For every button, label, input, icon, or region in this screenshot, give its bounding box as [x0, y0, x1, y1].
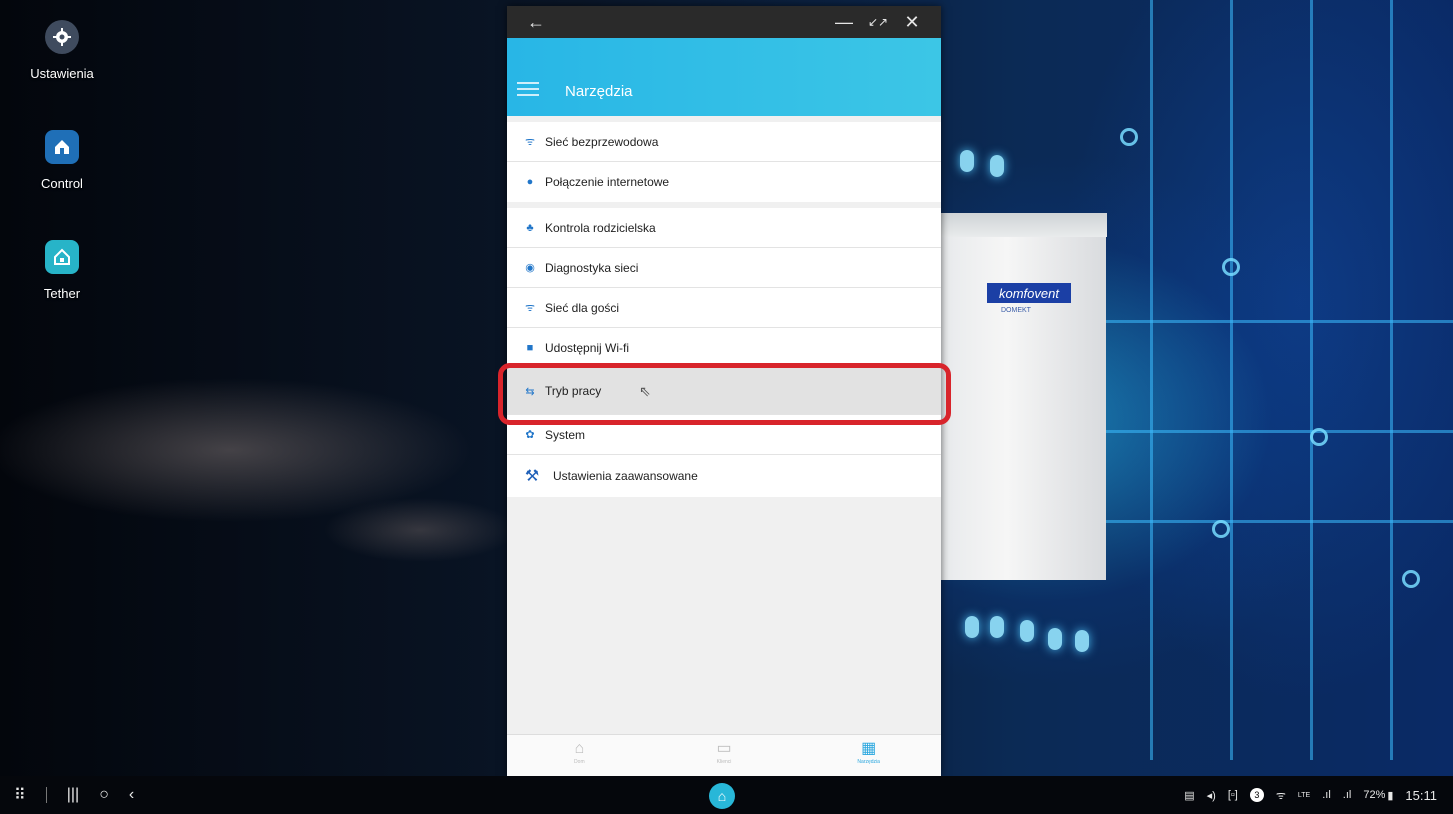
menu-item-share-wifi[interactable]: ■ Udostępnij Wi-fi — [507, 328, 941, 368]
desktop-icon-label: Ustawienia — [30, 66, 94, 81]
menu-item-label: Ustawienia zaawansowane — [553, 469, 698, 483]
menu-item-label: Udostępnij Wi-fi — [545, 340, 630, 355]
desktop-background: komfovent DOMEKT Ustawienia Control Teth… — [0, 0, 1453, 814]
back-arrow-icon[interactable]: ← — [519, 12, 553, 33]
nav-tools[interactable]: ▦ Narzędzia — [796, 735, 941, 776]
circuit-trace — [1100, 320, 1453, 323]
restore-button[interactable]: ↙↗ — [861, 15, 895, 29]
circuit-node — [1120, 128, 1138, 146]
hand-image — [0, 360, 520, 660]
globe-search-icon: ◉ — [525, 262, 535, 274]
circuit-node — [1222, 258, 1240, 276]
menu-item-label: Kontrola rodzicielska — [545, 220, 656, 235]
circuit-dot — [1075, 630, 1089, 652]
apps-grid-icon[interactable]: ⠿ — [14, 785, 26, 805]
devices-icon: ▭ — [716, 740, 732, 757]
back-chevron-icon[interactable]: ‹ — [129, 786, 134, 804]
circuit-node — [1212, 520, 1230, 538]
highlight-annotation — [498, 363, 951, 425]
circuit-dot — [1020, 620, 1034, 642]
circuit-trace — [1100, 520, 1453, 523]
ventilation-unit-image: komfovent DOMEKT — [940, 213, 1107, 580]
menu-item-guest-network[interactable]: ᯤ Sieć dla gości — [507, 288, 941, 328]
menu-item-label: System — [545, 427, 586, 442]
nav-label: Klienci — [716, 759, 732, 765]
house-router-icon — [45, 240, 79, 274]
menu-item-wireless[interactable]: ᯤ Sieć bezprzewodowa — [507, 122, 941, 162]
bottom-navigation: ⌂ Dom ▭ Klienci ▦ Narzędzia — [507, 734, 941, 776]
circuit-dot — [990, 616, 1004, 638]
window-titlebar: ← — ↙↗ ✕ — [507, 6, 941, 38]
wifi-status-icon: ᯤ — [1275, 789, 1286, 802]
page-title: Narzędzia — [565, 83, 633, 100]
recents-icon[interactable]: ||| — [67, 786, 79, 804]
circuit-dot — [990, 155, 1004, 177]
circuit-trace — [1390, 0, 1393, 760]
notification-count-badge[interactable]: 3 — [1249, 788, 1264, 802]
menu-group-network: ᯤ Sieć bezprzewodowa ● Połączenie intern… — [507, 122, 941, 202]
desktop-icon-label: Control — [41, 176, 83, 191]
home-circle-icon[interactable]: ○ — [99, 786, 109, 804]
battery-icon: ▮ — [1387, 789, 1394, 802]
gear-icon — [45, 20, 79, 54]
menu-item-advanced-settings[interactable]: ⚒ Ustawienia zaawansowane — [507, 455, 941, 497]
circuit-node — [1402, 570, 1420, 588]
menu-item-internet[interactable]: ● Połączenie internetowe — [507, 162, 941, 202]
house-icon — [45, 130, 79, 164]
screenshot-icon[interactable]: [▫] — [1228, 789, 1238, 801]
menu-item-network-diagnostics[interactable]: ◉ Diagnostyka sieci — [507, 248, 941, 288]
close-button[interactable]: ✕ — [895, 12, 929, 33]
taskbar-divider — [45, 787, 47, 803]
home-icon: ⌂ — [574, 740, 585, 757]
nav-home[interactable]: ⌂ Dom — [507, 735, 652, 776]
menu-item-label: Diagnostyka sieci — [545, 260, 639, 275]
nav-label: Dom — [574, 759, 585, 765]
circuit-dot — [965, 616, 979, 638]
app-header: Narzędzia — [507, 38, 941, 116]
circuit-node — [1310, 428, 1328, 446]
tools-icon: ⚒ — [524, 468, 540, 485]
unit-top — [941, 213, 1107, 237]
signal-icon: .ıl — [1322, 789, 1331, 801]
circuit-dot — [960, 150, 974, 172]
menu-item-label: Sieć bezprzewodowa — [545, 134, 659, 149]
circuit-trace — [1100, 430, 1453, 433]
signal-icon: .ıl — [1342, 789, 1352, 801]
battery-percent: 72% — [1363, 789, 1386, 801]
clock: 15:11 — [1405, 787, 1437, 803]
desktop-icon-control[interactable]: Control — [7, 130, 117, 191]
menu-item-parental-control[interactable]: ♣ Kontrola rodzicielska — [507, 208, 941, 248]
circuit-trace — [1310, 0, 1313, 760]
nav-label: Narzędzia — [857, 759, 880, 765]
menu-group-tools: ♣ Kontrola rodzicielska ◉ Diagnostyka si… — [507, 208, 941, 497]
hamburger-menu-icon[interactable] — [517, 78, 539, 100]
tether-app-taskbar-icon[interactable]: ⌂ — [709, 783, 735, 809]
keyboard-icon[interactable]: ▤ — [1184, 789, 1194, 802]
guest-wifi-icon: ᯤ — [524, 302, 536, 314]
menu-item-label: Sieć dla gości — [545, 300, 620, 315]
system-tray: ▤ ◂) [▫] 3 ᯤ LTE .ıl .ıl 72% ▮ 15:11 — [1172, 776, 1437, 814]
nav-clients[interactable]: ▭ Klienci — [652, 735, 797, 776]
unit-brand-logo: komfovent — [987, 283, 1071, 303]
unit-model-label: DOMEKT — [1001, 307, 1031, 314]
lte-icon: LTE — [1297, 791, 1311, 799]
desktop-icon-tether[interactable]: Tether — [7, 240, 117, 301]
volume-icon[interactable]: ◂) — [1207, 789, 1216, 802]
share-wifi-icon: ■ — [526, 341, 534, 354]
gear-icon: ✿ — [525, 429, 535, 441]
tools-grid-icon: ▦ — [861, 740, 877, 757]
menu-item-label: Połączenie internetowe — [545, 175, 670, 189]
desktop-icon-label: Tether — [43, 286, 81, 301]
desktop-icon-ustawienia[interactable]: Ustawienia — [7, 20, 117, 81]
parental-control-icon: ♣ — [526, 221, 534, 234]
globe-icon: ● — [526, 176, 534, 188]
wifi-icon: ᯤ — [524, 136, 536, 148]
circuit-trace — [1150, 0, 1153, 760]
circuit-trace — [1230, 0, 1233, 760]
circuit-dot — [1048, 628, 1062, 650]
minimize-button[interactable]: — — [827, 12, 861, 33]
taskbar: ⠿ ||| ○ ‹ ⌂ ▤ ◂) [▫] 3 ᯤ LTE .ıl .ıl 72%… — [0, 776, 1453, 814]
